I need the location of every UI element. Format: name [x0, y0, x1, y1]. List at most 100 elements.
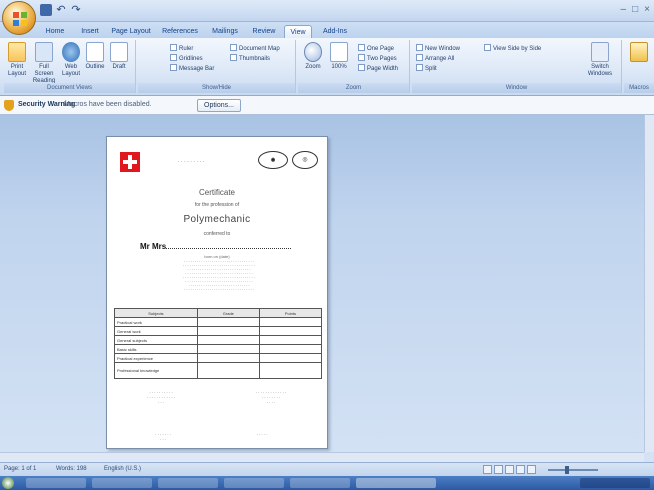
full-screen-view-icon[interactable] — [494, 465, 503, 474]
recipient-name: Mr Mrs — [140, 242, 167, 251]
maximize-icon[interactable]: □ — [632, 4, 638, 15]
checkbox-icon — [170, 64, 177, 71]
tab-view[interactable]: View — [284, 25, 312, 38]
tab-page-layout[interactable]: Page Layout — [108, 25, 154, 38]
view-buttons — [483, 465, 536, 474]
table-cell: Practical work — [114, 317, 198, 327]
tab-references[interactable]: References — [158, 25, 202, 38]
group-label: Zoom — [298, 83, 409, 93]
zoom-slider-thumb[interactable] — [565, 466, 569, 474]
table-cell: General subjects — [114, 335, 198, 345]
tab-insert[interactable]: Insert — [76, 25, 104, 38]
zoom-slider[interactable] — [548, 469, 598, 471]
tab-review[interactable]: Review — [248, 25, 280, 38]
table-row: Practical work — [114, 317, 323, 327]
certificate-subtitle: for the profession of — [194, 202, 240, 208]
macros-icon — [630, 42, 648, 62]
one-page-button[interactable]: One Page — [358, 44, 394, 53]
language-indicator[interactable]: English (U.S.) — [104, 466, 141, 472]
split-icon — [416, 64, 423, 71]
ribbon-tabs: Home Insert Page Layout References Maili… — [0, 22, 654, 38]
tab-mailings[interactable]: Mailings — [206, 25, 244, 38]
options-button[interactable]: Options... — [197, 99, 241, 112]
outline-view-icon[interactable] — [516, 465, 525, 474]
tab-home[interactable]: Home — [40, 25, 70, 38]
view-side-by-side-button[interactable]: View Side by Side — [484, 44, 541, 53]
window-group: New Window Arrange All Split View Side b… — [412, 40, 622, 93]
tab-add-ins[interactable]: Add-Ins — [318, 25, 352, 38]
redo-icon[interactable]: ↷ — [70, 4, 82, 16]
table-cell: Practical experience — [114, 353, 198, 363]
split-button[interactable]: Split — [416, 64, 437, 73]
table-cell — [196, 362, 260, 379]
vertical-scrollbar[interactable] — [644, 115, 654, 452]
grades-table: Subjects Grade Points Practical work Gen… — [114, 308, 323, 379]
draft-button[interactable]: Draft — [108, 42, 130, 71]
horizontal-scrollbar[interactable] — [0, 452, 644, 462]
ribbon: Print Layout Full Screen Reading Web Lay… — [0, 38, 654, 96]
zoom-100-button[interactable]: 100% — [328, 42, 350, 71]
table-cell — [258, 353, 323, 363]
word-count[interactable]: Words: 198 — [56, 466, 87, 472]
page-width-icon — [358, 64, 365, 71]
save-icon[interactable] — [40, 4, 52, 16]
print-layout-button[interactable]: Print Layout — [6, 42, 28, 78]
close-icon[interactable]: × — [644, 4, 650, 15]
quick-access-toolbar: ↶ ↷ — [40, 4, 82, 16]
full-screen-reading-button[interactable]: Full Screen Reading — [30, 42, 58, 85]
document-workspace: · · · · · · · · · ◉ ◎ Certificate for th… — [0, 115, 654, 462]
table-header: Subjects — [114, 308, 198, 318]
security-message-bar: Security Warning Macros have been disabl… — [0, 96, 654, 115]
document-page[interactable]: · · · · · · · · · ◉ ◎ Certificate for th… — [106, 136, 328, 449]
zoom-button[interactable]: Zoom — [302, 42, 324, 71]
minimize-icon[interactable]: – — [621, 4, 627, 15]
table-cell: General work — [114, 326, 198, 336]
switch-windows-button[interactable]: Switch Windows — [584, 42, 616, 78]
web-layout-button[interactable]: Web Layout — [60, 42, 82, 78]
document-map-checkbox[interactable]: Document Map — [230, 44, 280, 53]
print-layout-view-icon[interactable] — [483, 465, 492, 474]
table-cell — [258, 344, 323, 354]
table-header-row: Subjects Grade Points — [114, 308, 323, 318]
new-window-button[interactable]: New Window — [416, 44, 460, 53]
document-views-group: Print Layout Full Screen Reading Web Lay… — [4, 40, 136, 93]
table-cell — [196, 335, 260, 345]
born-text: born on (date) — [204, 254, 230, 259]
two-pages-button[interactable]: Two Pages — [358, 54, 397, 63]
group-label: Document Views — [4, 83, 135, 93]
taskbar-item[interactable] — [290, 478, 350, 488]
checkbox-icon — [230, 54, 237, 61]
start-button-icon[interactable] — [2, 477, 14, 489]
message-bar-checkbox[interactable]: Message Bar — [170, 64, 214, 73]
page-width-button[interactable]: Page Width — [358, 64, 398, 73]
taskbar-item[interactable] — [158, 478, 218, 488]
macros-button[interactable] — [628, 42, 650, 64]
window-controls: – □ × — [621, 4, 650, 15]
table-header: Grade — [196, 308, 260, 318]
arrange-all-button[interactable]: Arrange All — [416, 54, 454, 63]
table-row: Professional knowledge — [114, 362, 323, 379]
taskbar-item[interactable] — [26, 478, 86, 488]
gridlines-checkbox[interactable]: Gridlines — [170, 54, 203, 63]
draft-icon — [110, 42, 128, 62]
macros-group: Macros — [624, 40, 654, 93]
web-layout-view-icon[interactable] — [505, 465, 514, 474]
taskbar-item[interactable] — [92, 478, 152, 488]
page-count[interactable]: Page: 1 of 1 — [4, 466, 36, 472]
table-cell — [258, 326, 323, 336]
group-label: Macros — [624, 83, 654, 93]
table-cell — [258, 317, 323, 327]
taskbar-item[interactable] — [224, 478, 284, 488]
switch-windows-icon — [591, 42, 609, 62]
thumbnails-checkbox[interactable]: Thumbnails — [230, 54, 270, 63]
office-button[interactable] — [2, 1, 36, 35]
outline-button[interactable]: Outline — [84, 42, 106, 71]
undo-icon[interactable]: ↶ — [55, 4, 67, 16]
body-text-line: · · · · · · · · · · · · · · · · · · · · … — [184, 288, 254, 292]
draft-view-icon[interactable] — [527, 465, 536, 474]
checkbox-icon — [230, 44, 237, 51]
taskbar-item-active[interactable] — [356, 478, 436, 488]
ruler-checkbox[interactable]: Ruler — [170, 44, 193, 53]
signature-block-right: · · · · · · · · · · · · · · · · · · · · ·… — [255, 390, 287, 405]
table-cell — [196, 326, 260, 336]
